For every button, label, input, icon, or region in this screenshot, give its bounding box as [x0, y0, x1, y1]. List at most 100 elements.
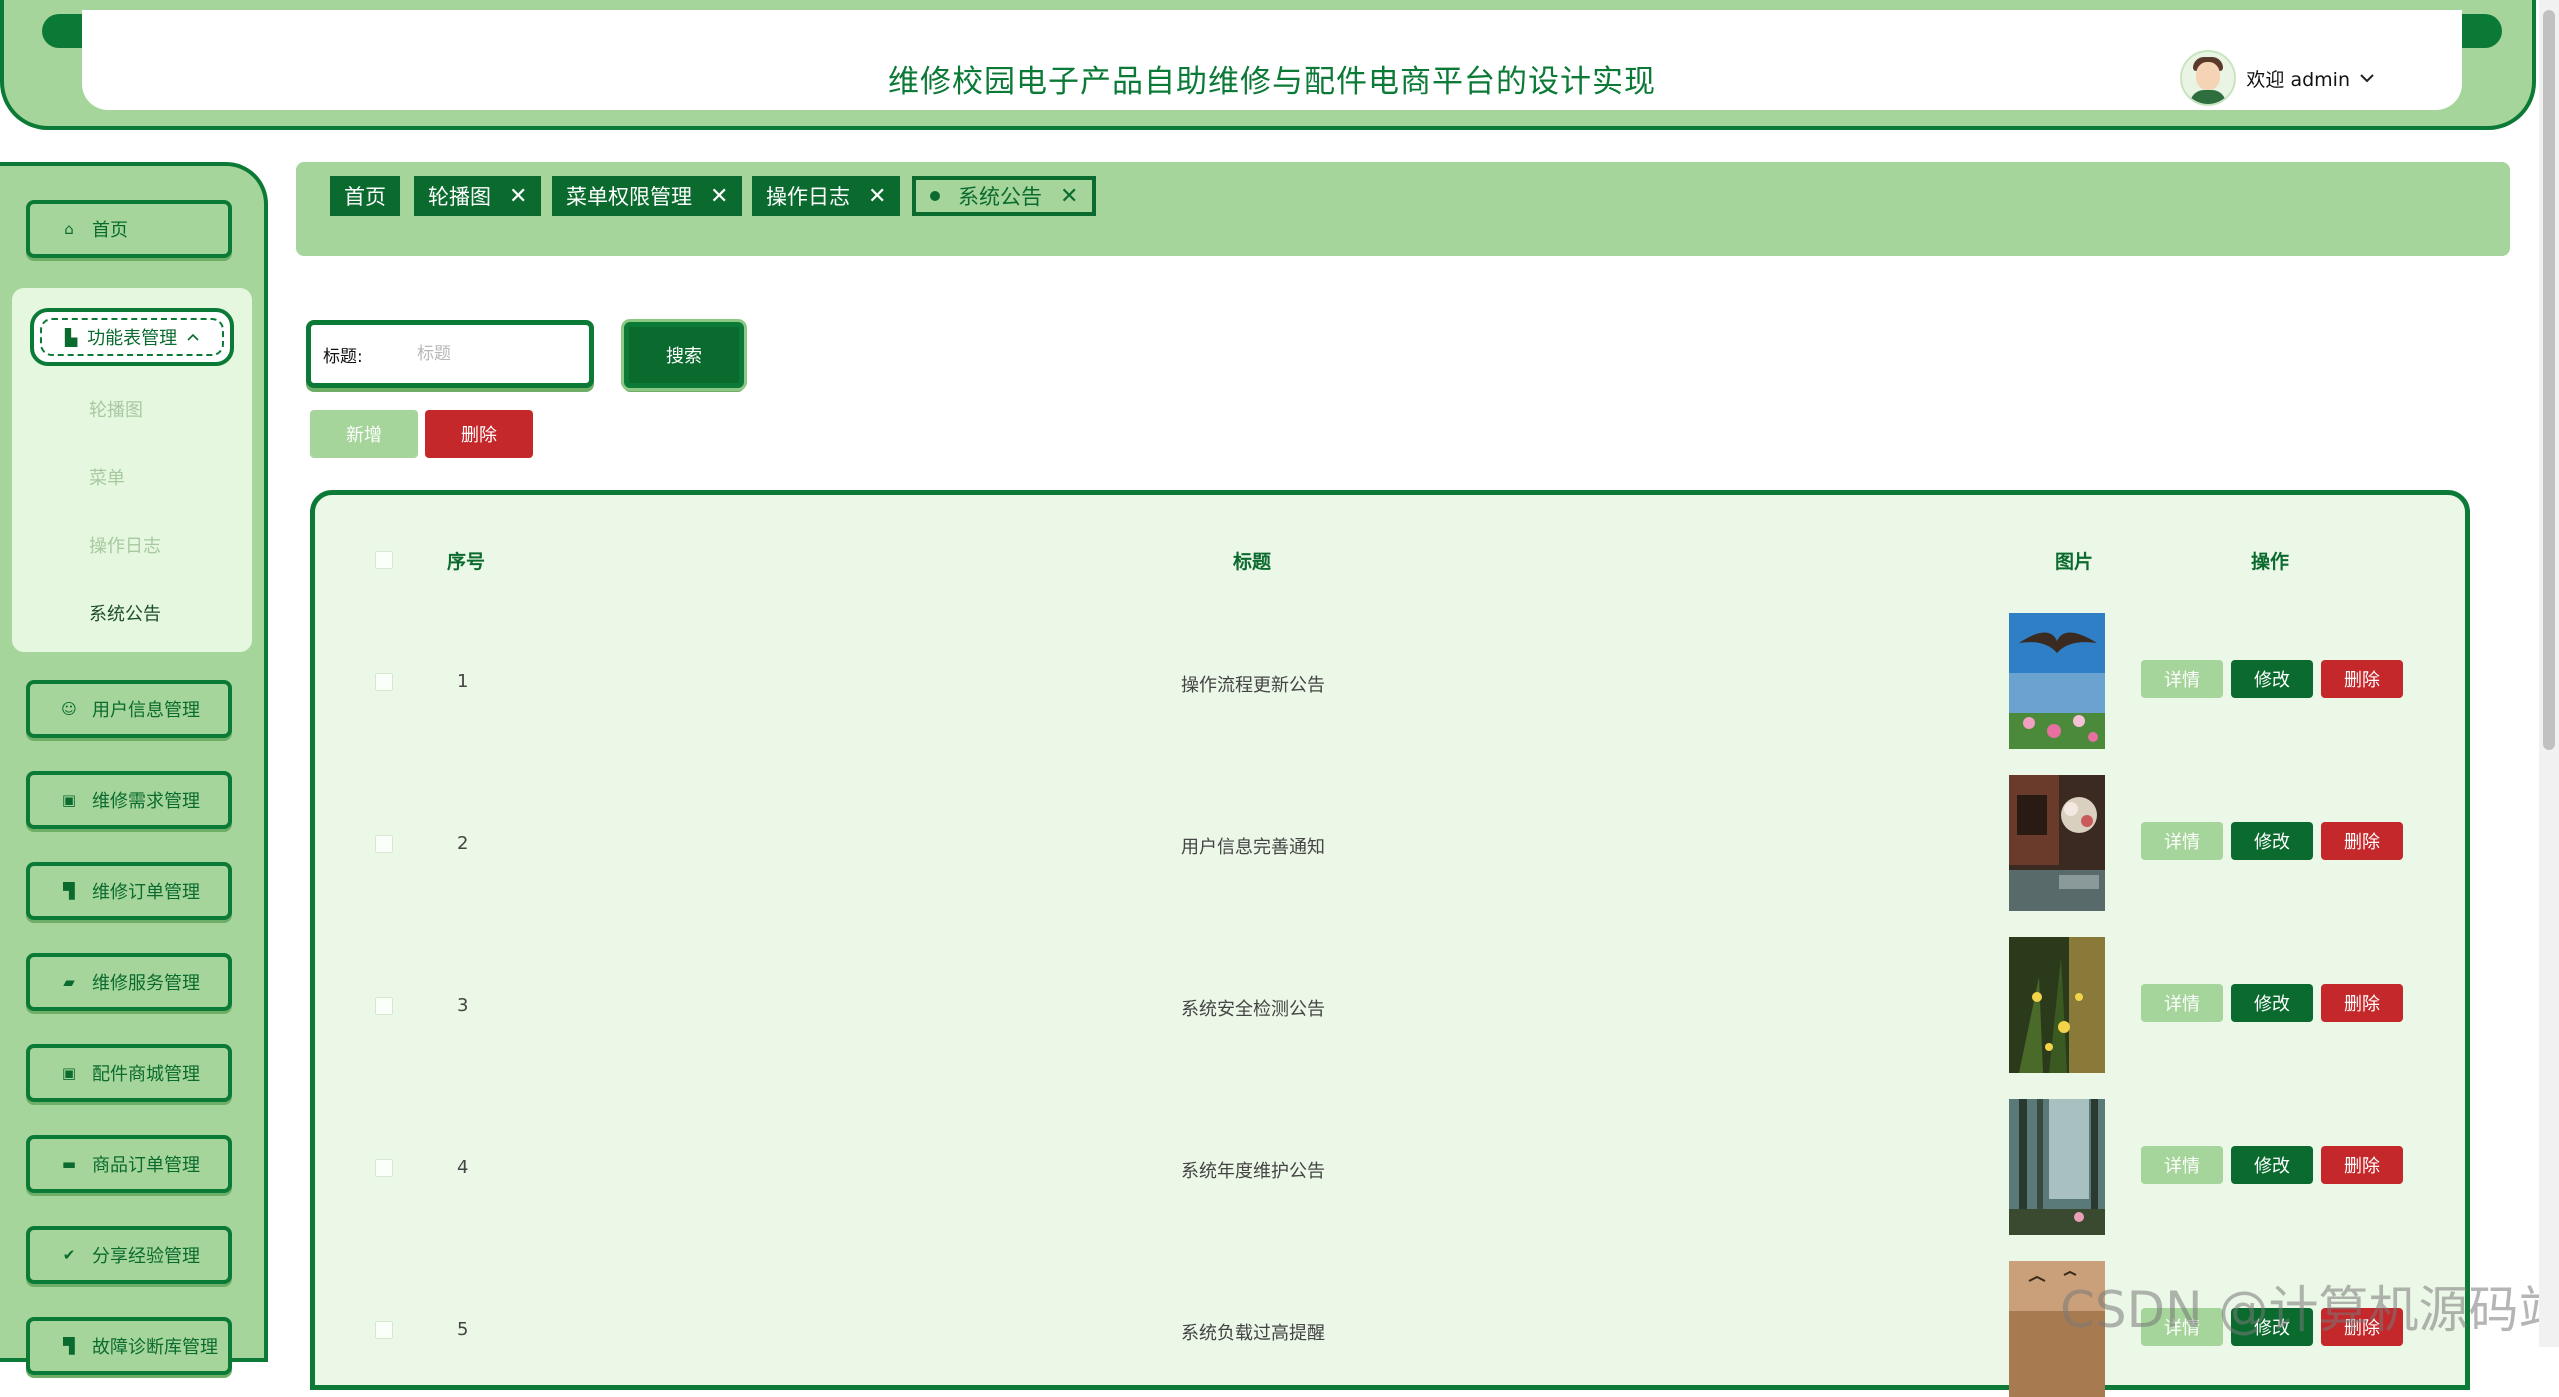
site-title: 维修校园电子产品自助维修与配件电商平台的设计实现 [888, 64, 1656, 100]
sidebar-item-product-orders[interactable]: ▬ 商品订单管理 [26, 1135, 232, 1193]
detail-button[interactable]: 详情 [2141, 984, 2223, 1022]
tab-menu-permissions[interactable]: 菜单权限管理 ✕ [552, 176, 743, 216]
select-all-checkbox[interactable] [375, 551, 393, 569]
sidebar-item-label: 维修服务管理 [92, 973, 200, 994]
edit-button[interactable]: 修改 [2231, 1146, 2313, 1184]
sidebar-item-fault-diagnosis[interactable]: ▜ 故障诊断库管理 [26, 1317, 232, 1375]
close-icon[interactable]: ✕ [868, 184, 886, 209]
header-title: 标题 [1233, 551, 1272, 573]
row-checkbox[interactable] [375, 673, 393, 691]
delete-button[interactable]: 删除 [2321, 822, 2403, 860]
sub-item-announcements[interactable]: 系统公告 [89, 600, 161, 626]
sidebar-item-parts-mall[interactable]: ▣ 配件商城管理 [26, 1044, 232, 1102]
sidebar-item-label: 维修需求管理 [92, 791, 200, 812]
sidebar-item-repair-requests[interactable]: ▣ 维修需求管理 [26, 771, 232, 829]
welcome-text[interactable]: 欢迎 admin [2246, 65, 2350, 92]
sidebar-item-user-info[interactable]: ☺ 用户信息管理 [26, 680, 232, 738]
sub-item-menu[interactable]: 菜单 [89, 464, 125, 490]
header-image: 图片 [2055, 551, 2094, 573]
row-index: 4 [457, 1157, 469, 1178]
tab-label: 系统公告 [958, 185, 1042, 209]
header-panel: 维修校园电子产品自助维修与配件电商平台的设计实现 欢迎 admin [82, 10, 2462, 110]
top-header: 维修校园电子产品自助维修与配件电商平台的设计实现 欢迎 admin [0, 0, 2536, 130]
close-icon[interactable]: ✕ [509, 184, 527, 209]
sidebar-item-repair-services[interactable]: ▰ 维修服务管理 [26, 953, 232, 1011]
delete-button[interactable]: 删除 [2321, 1146, 2403, 1184]
tab-home[interactable]: 首页 [330, 176, 400, 216]
sidebar-group-function-tables[interactable]: ▙ 功能表管理 [30, 308, 234, 366]
sidebar-item-label: 用户信息管理 [92, 700, 200, 721]
sidebar-item-label: 分享经验管理 [92, 1246, 200, 1267]
tab-carousel[interactable]: 轮播图 ✕ [414, 176, 542, 216]
sidebar-item-home[interactable]: ⌂ 首页 [26, 200, 232, 258]
sidebar-item-repair-orders[interactable]: ▜ 维修订单管理 [26, 862, 232, 920]
sidebar-item-label: 配件商城管理 [92, 1064, 200, 1085]
row-index: 2 [457, 833, 469, 854]
edit-button[interactable]: 修改 [2231, 984, 2313, 1022]
row-title: 系统负载过高提醒 [1181, 1323, 1325, 1344]
row-index: 5 [457, 1319, 469, 1340]
header-operations: 操作 [2251, 551, 2290, 573]
chevron-down-icon[interactable] [2360, 73, 2374, 83]
bamboo-forest-image[interactable] [2009, 1099, 2105, 1235]
sidebar-item-label: 维修订单管理 [92, 882, 200, 903]
scrollbar-thumb[interactable] [2543, 10, 2555, 750]
tab-label: 首页 [344, 185, 386, 209]
user-icon: ☺ [61, 700, 77, 718]
data-table: 序号 标题 图片 操作 1 操作流程更新公告 详情 修改 删除 2 用户信息完善… [310, 490, 2470, 1397]
delete-button[interactable]: 删除 [2321, 660, 2403, 698]
batch-delete-button[interactable]: 删除 [425, 410, 533, 458]
butterfly-forest-image[interactable] [2009, 937, 2105, 1073]
edit-button[interactable]: 修改 [2231, 660, 2313, 698]
search-button[interactable]: 搜索 [624, 322, 744, 388]
cpu-icon: ▣ [61, 791, 77, 809]
submenu-panel: ▙ 功能表管理 轮播图 菜单 操作日志 系统公告 [12, 288, 252, 652]
cart-icon: ▜ [63, 882, 75, 900]
row-checkbox[interactable] [375, 1159, 393, 1177]
tab-label: 菜单权限管理 [566, 185, 692, 209]
sidebar-item-label: 故障诊断库管理 [92, 1337, 218, 1358]
header-index: 序号 [447, 551, 486, 573]
search-label: 标题: [323, 346, 363, 367]
active-dot-icon [930, 191, 940, 201]
search-input[interactable] [415, 343, 579, 365]
sidebar-item-label: 商品订单管理 [92, 1155, 200, 1176]
home-icon: ⌂ [64, 220, 74, 238]
row-checkbox[interactable] [375, 835, 393, 853]
tabs-bar: 首页 轮播图 ✕ 菜单权限管理 ✕ 操作日志 ✕ 系统公告 ✕ [296, 162, 2510, 256]
row-title: 用户信息完善通知 [1181, 837, 1325, 858]
sub-item-operation-log[interactable]: 操作日志 [89, 532, 161, 558]
tab-operation-log[interactable]: 操作日志 ✕ [752, 176, 901, 216]
delete-button[interactable]: 删除 [2321, 984, 2403, 1022]
user-menu[interactable]: 欢迎 admin [2180, 50, 2374, 106]
search-field[interactable]: 标题: [306, 320, 594, 388]
close-icon[interactable]: ✕ [710, 184, 728, 209]
add-button[interactable]: 新增 [310, 410, 418, 458]
tab-label: 轮播图 [428, 185, 491, 209]
chevron-up-icon [187, 333, 199, 341]
sidebar-item-label: 首页 [92, 220, 128, 241]
edit-button[interactable]: 修改 [2231, 822, 2313, 860]
row-title: 操作流程更新公告 [1181, 675, 1325, 696]
garden-house-image[interactable] [2009, 775, 2105, 911]
detail-button[interactable]: 详情 [2141, 1146, 2223, 1184]
row-index: 1 [457, 671, 469, 692]
folder-icon: ▰ [63, 973, 75, 991]
sidebar-item-shared-experience[interactable]: ✔ 分享经验管理 [26, 1226, 232, 1284]
detail-button[interactable]: 详情 [2141, 660, 2223, 698]
close-icon[interactable]: ✕ [1060, 184, 1078, 209]
detail-button[interactable]: 详情 [2141, 822, 2223, 860]
tab-announcements[interactable]: 系统公告 ✕ [912, 176, 1097, 216]
sub-item-carousel[interactable]: 轮播图 [89, 396, 143, 422]
check-circle-icon: ✔ [62, 1246, 76, 1264]
eagle-flowers-image[interactable] [2009, 613, 2105, 749]
page-scrollbar[interactable] [2539, 0, 2559, 1347]
building-icon: ▙ [64, 327, 78, 347]
tab-label: 操作日志 [766, 185, 850, 209]
watermark: CSDN @计算机源码站 [2060, 1281, 2559, 1339]
row-checkbox[interactable] [375, 1321, 393, 1339]
row-checkbox[interactable] [375, 997, 393, 1015]
avatar[interactable] [2180, 50, 2237, 106]
chip-icon: ▣ [61, 1064, 77, 1082]
sidebar-group-label: 功能表管理 [87, 328, 178, 349]
